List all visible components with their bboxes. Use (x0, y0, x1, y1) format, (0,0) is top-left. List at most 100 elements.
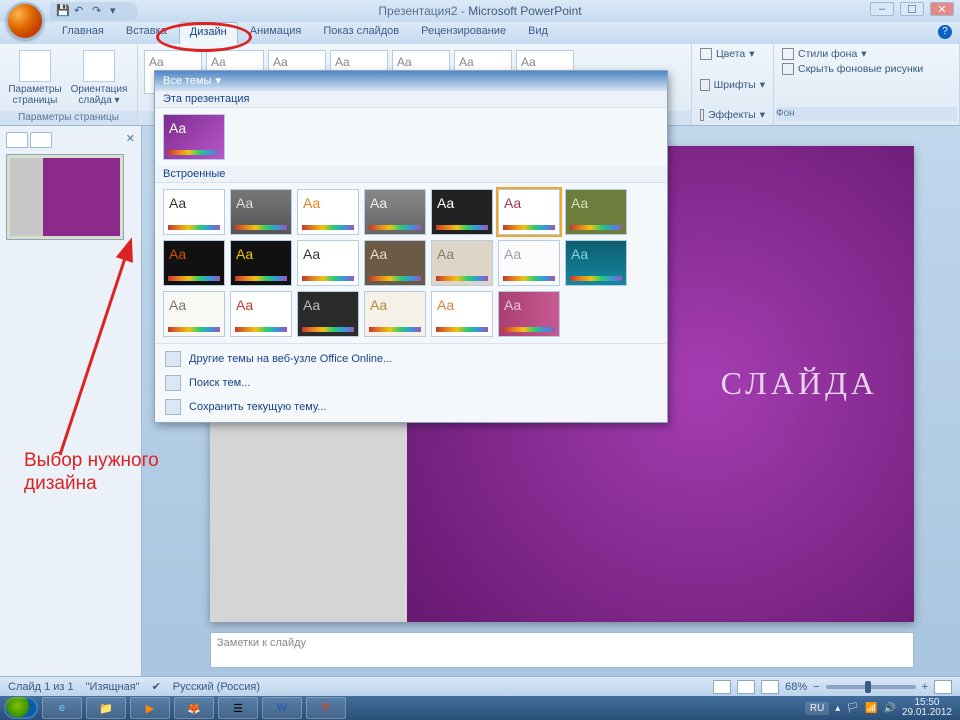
zoom-level: 68% (785, 681, 807, 693)
page-setup-button[interactable]: Параметры страницы (6, 50, 64, 106)
effects-button[interactable]: Эффекты ▾ (700, 109, 765, 121)
theme-item[interactable]: Aa (431, 189, 493, 235)
browse-themes[interactable]: Поиск тем... (155, 371, 667, 395)
taskbar-ie[interactable]: e (42, 697, 82, 719)
input-language[interactable]: RU (805, 702, 829, 715)
network-icon[interactable]: 📶 (865, 703, 877, 714)
theme-name: "Изящная" (86, 681, 140, 693)
fonts-button[interactable]: Шрифты ▾ (700, 79, 765, 91)
theme-item-selected[interactable]: Aa (498, 189, 560, 235)
help-icon[interactable]: ? (938, 25, 952, 39)
theme-item[interactable]: Aa (230, 291, 292, 337)
slide-thumbnail-1[interactable] (6, 154, 124, 240)
taskbar-wmp[interactable]: ▶ (130, 697, 170, 719)
title-bar: 💾 ↶ ↷ ▾ Презентация2 - Microsoft PowerPo… (0, 0, 960, 22)
theme-item[interactable]: Aa (364, 189, 426, 235)
bg-styles-icon (782, 48, 794, 60)
theme-item[interactable]: Aa (297, 189, 359, 235)
theme-item[interactable]: Aa (565, 240, 627, 286)
annotation-text: Выбор нужного дизайна (24, 450, 159, 496)
save-current-theme[interactable]: Сохранить текущую тему... (155, 395, 667, 419)
themes-header-all[interactable]: Все темы ▾ (155, 71, 667, 91)
globe-icon (165, 351, 181, 367)
notes-pane[interactable]: Заметки к слайду (210, 632, 914, 668)
themes-header-builtin: Встроенные (155, 166, 667, 183)
system-tray: RU ▴ 🏳 📶 🔊 15:5029.01.2012 (805, 698, 956, 719)
theme-item[interactable]: Aa (163, 189, 225, 235)
tab-design[interactable]: Дизайн (179, 22, 238, 44)
theme-item[interactable]: Aa (297, 240, 359, 286)
zoom-in-icon[interactable]: + (922, 681, 928, 693)
folder-icon: 📁 (99, 702, 113, 715)
ppt-icon: P (322, 702, 329, 714)
tab-animation[interactable]: Анимация (240, 22, 312, 44)
minimize-button[interactable]: – (870, 2, 894, 16)
maximize-button[interactable]: ☐ (900, 2, 924, 16)
theme-item[interactable]: Aa (163, 240, 225, 286)
app-icon: ☰ (233, 702, 243, 715)
outline-tab[interactable] (30, 132, 52, 148)
group-background: Фон (776, 107, 957, 121)
volume-icon[interactable]: 🔊 (883, 703, 895, 714)
slide-orientation-button[interactable]: Ориентация слайда ▾ (70, 50, 128, 106)
ie-icon: e (59, 702, 65, 714)
fit-to-window-button[interactable] (934, 680, 952, 694)
flag-icon[interactable]: 🏳 (846, 703, 859, 714)
bg-styles-button[interactable]: Стили фона ▾ (782, 48, 951, 60)
window-title: Презентация2 - Microsoft PowerPoint (0, 4, 960, 18)
zoom-slider[interactable] (826, 685, 916, 689)
theme-item[interactable]: Aa (230, 189, 292, 235)
effects-icon (700, 109, 704, 121)
theme-item[interactable]: Aa (431, 240, 493, 286)
theme-item[interactable]: Aa (364, 291, 426, 337)
themes-dropdown: Все темы ▾ Эта презентация Aa Встроенные… (154, 70, 668, 423)
checkbox-icon (782, 63, 794, 75)
theme-item[interactable]: Aa (364, 240, 426, 286)
tab-slideshow[interactable]: Показ слайдов (313, 22, 409, 44)
zoom-out-icon[interactable]: − (813, 681, 819, 693)
theme-item[interactable]: Aa (230, 240, 292, 286)
theme-item[interactable]: Aa (498, 240, 560, 286)
theme-item[interactable]: Aa (431, 291, 493, 337)
slide-title-text: СЛАЙДА (721, 365, 878, 402)
hide-bg-checkbox[interactable]: Скрыть фоновые рисунки (782, 63, 951, 75)
taskbar-explorer[interactable]: 📁 (86, 697, 126, 719)
slideshow-view-button[interactable] (761, 680, 779, 694)
save-theme-icon (165, 399, 181, 415)
clock[interactable]: 15:5029.01.2012 (902, 698, 952, 719)
language-status[interactable]: Русский (Россия) (173, 681, 260, 693)
more-themes-online[interactable]: Другие темы на веб-узле Office Online... (155, 347, 667, 371)
taskbar-word[interactable]: W (262, 697, 302, 719)
theme-item[interactable]: Aa (498, 291, 560, 337)
orientation-icon (83, 50, 115, 82)
tab-home[interactable]: Главная (52, 22, 114, 44)
themes-header-this: Эта презентация (155, 91, 667, 108)
firefox-icon: 🦊 (187, 702, 201, 715)
tray-up-icon[interactable]: ▴ (835, 703, 840, 714)
sorter-view-button[interactable] (737, 680, 755, 694)
theme-current[interactable]: Aa (163, 114, 225, 160)
theme-item[interactable]: Aa (297, 291, 359, 337)
group-page-params: Параметры страницы (0, 111, 137, 125)
tab-review[interactable]: Рецензирование (411, 22, 516, 44)
page-setup-icon (19, 50, 51, 82)
close-button[interactable]: ✕ (930, 2, 954, 16)
taskbar-firefox[interactable]: 🦊 (174, 697, 214, 719)
spellcheck-icon[interactable]: ✔ (152, 680, 161, 693)
tab-view[interactable]: Вид (518, 22, 558, 44)
slides-tab[interactable] (6, 132, 28, 148)
start-button[interactable] (4, 697, 38, 719)
close-panel-icon[interactable]: ✕ (126, 132, 135, 148)
theme-item[interactable]: Aa (565, 189, 627, 235)
theme-item[interactable]: Aa (163, 291, 225, 337)
taskbar-powerpoint[interactable]: P (306, 697, 346, 719)
taskbar-app1[interactable]: ☰ (218, 697, 258, 719)
wmp-icon: ▶ (146, 702, 154, 715)
folder-icon (165, 375, 181, 391)
colors-button[interactable]: Цвета ▾ (700, 48, 765, 60)
office-button[interactable] (6, 2, 44, 40)
ribbon-tabs: Главная Вставка Дизайн Анимация Показ сл… (0, 22, 960, 44)
normal-view-button[interactable] (713, 680, 731, 694)
chevron-down-icon: ▾ (216, 74, 222, 87)
tab-insert[interactable]: Вставка (116, 22, 177, 44)
